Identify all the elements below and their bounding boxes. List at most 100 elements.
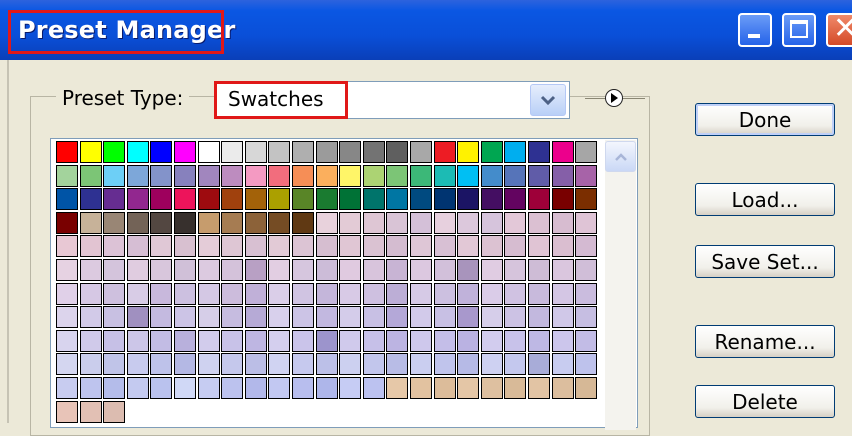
color-swatch[interactable] bbox=[480, 141, 503, 163]
color-swatch[interactable] bbox=[410, 306, 432, 329]
color-swatch[interactable] bbox=[504, 306, 527, 329]
color-swatch[interactable] bbox=[126, 259, 149, 281]
color-swatch[interactable] bbox=[221, 188, 244, 211]
color-swatch[interactable] bbox=[433, 377, 456, 399]
color-swatch[interactable] bbox=[339, 329, 362, 352]
color-swatch[interactable] bbox=[457, 164, 480, 187]
color-swatch[interactable] bbox=[528, 141, 550, 163]
color-swatch[interactable] bbox=[433, 211, 456, 234]
color-swatch[interactable] bbox=[150, 306, 173, 329]
color-swatch[interactable] bbox=[103, 141, 126, 163]
color-swatch[interactable] bbox=[575, 164, 598, 187]
color-swatch[interactable] bbox=[103, 164, 126, 187]
color-swatch[interactable] bbox=[292, 353, 314, 376]
color-swatch[interactable] bbox=[410, 211, 432, 234]
color-swatch[interactable] bbox=[174, 259, 196, 281]
color-swatch[interactable] bbox=[339, 282, 362, 305]
color-swatch[interactable] bbox=[315, 306, 338, 329]
maximize-button[interactable] bbox=[782, 13, 816, 47]
color-swatch[interactable] bbox=[197, 235, 220, 258]
color-swatch[interactable] bbox=[150, 282, 173, 305]
color-swatch[interactable] bbox=[457, 282, 480, 305]
color-swatch[interactable] bbox=[504, 235, 527, 258]
vertical-scrollbar[interactable] bbox=[605, 140, 636, 430]
color-swatch[interactable] bbox=[386, 211, 409, 234]
color-swatch[interactable] bbox=[457, 353, 480, 376]
color-swatch[interactable] bbox=[315, 259, 338, 281]
color-swatch[interactable] bbox=[410, 188, 432, 211]
color-swatch[interactable] bbox=[79, 353, 102, 376]
color-swatch[interactable] bbox=[103, 188, 126, 211]
color-swatch[interactable] bbox=[528, 377, 550, 399]
color-swatch[interactable] bbox=[528, 353, 550, 376]
color-swatch[interactable] bbox=[292, 306, 314, 329]
color-swatch[interactable] bbox=[433, 188, 456, 211]
color-swatch[interactable] bbox=[339, 377, 362, 399]
color-swatch[interactable] bbox=[244, 211, 267, 234]
color-swatch[interactable] bbox=[244, 164, 267, 187]
color-swatch[interactable] bbox=[528, 306, 550, 329]
color-swatch[interactable] bbox=[268, 329, 291, 352]
color-swatch[interactable] bbox=[174, 377, 196, 399]
color-swatch[interactable] bbox=[433, 306, 456, 329]
color-swatch[interactable] bbox=[457, 211, 480, 234]
color-swatch[interactable] bbox=[339, 306, 362, 329]
color-swatch[interactable] bbox=[197, 141, 220, 163]
color-swatch[interactable] bbox=[244, 141, 267, 163]
color-swatch[interactable] bbox=[575, 141, 598, 163]
color-swatch[interactable] bbox=[103, 377, 126, 399]
color-swatch[interactable] bbox=[56, 353, 78, 376]
color-swatch[interactable] bbox=[292, 259, 314, 281]
color-swatch[interactable] bbox=[150, 259, 173, 281]
color-swatch[interactable] bbox=[56, 211, 78, 234]
color-swatch[interactable] bbox=[103, 306, 126, 329]
color-swatch[interactable] bbox=[197, 259, 220, 281]
color-swatch[interactable] bbox=[433, 259, 456, 281]
color-swatch[interactable] bbox=[221, 306, 244, 329]
color-swatch[interactable] bbox=[433, 329, 456, 352]
color-swatch[interactable] bbox=[126, 377, 149, 399]
color-swatch[interactable] bbox=[504, 211, 527, 234]
color-swatch[interactable] bbox=[126, 353, 149, 376]
color-swatch[interactable] bbox=[386, 377, 409, 399]
color-swatch[interactable] bbox=[551, 329, 574, 352]
color-swatch[interactable] bbox=[79, 164, 102, 187]
color-swatch[interactable] bbox=[410, 377, 432, 399]
color-swatch[interactable] bbox=[480, 259, 503, 281]
color-swatch[interactable] bbox=[551, 235, 574, 258]
color-swatch[interactable] bbox=[386, 188, 409, 211]
minimize-button[interactable] bbox=[738, 13, 772, 47]
color-swatch[interactable] bbox=[56, 377, 78, 399]
color-swatch[interactable] bbox=[386, 141, 409, 163]
color-swatch[interactable] bbox=[150, 377, 173, 399]
color-swatch[interactable] bbox=[292, 282, 314, 305]
color-swatch[interactable] bbox=[504, 164, 527, 187]
color-swatch[interactable] bbox=[339, 164, 362, 187]
color-swatch[interactable] bbox=[504, 353, 527, 376]
color-swatch[interactable] bbox=[197, 164, 220, 187]
color-swatch[interactable] bbox=[150, 353, 173, 376]
color-swatch[interactable] bbox=[575, 329, 598, 352]
color-swatch[interactable] bbox=[79, 400, 102, 423]
color-swatch[interactable] bbox=[362, 377, 385, 399]
color-swatch[interactable] bbox=[528, 235, 550, 258]
color-swatch[interactable] bbox=[150, 329, 173, 352]
color-swatch[interactable] bbox=[480, 282, 503, 305]
color-swatch[interactable] bbox=[386, 329, 409, 352]
color-swatch[interactable] bbox=[103, 211, 126, 234]
color-swatch[interactable] bbox=[575, 282, 598, 305]
color-swatch[interactable] bbox=[268, 188, 291, 211]
color-swatch[interactable] bbox=[457, 235, 480, 258]
color-swatch[interactable] bbox=[339, 141, 362, 163]
color-swatch[interactable] bbox=[79, 259, 102, 281]
color-swatch[interactable] bbox=[315, 211, 338, 234]
color-swatch[interactable] bbox=[386, 282, 409, 305]
color-swatch[interactable] bbox=[339, 353, 362, 376]
color-swatch[interactable] bbox=[528, 329, 550, 352]
color-swatch[interactable] bbox=[56, 141, 78, 163]
color-swatch[interactable] bbox=[457, 259, 480, 281]
color-swatch[interactable] bbox=[433, 141, 456, 163]
delete-button[interactable]: Delete bbox=[695, 385, 835, 418]
color-swatch[interactable] bbox=[197, 377, 220, 399]
color-swatch[interactable] bbox=[480, 306, 503, 329]
